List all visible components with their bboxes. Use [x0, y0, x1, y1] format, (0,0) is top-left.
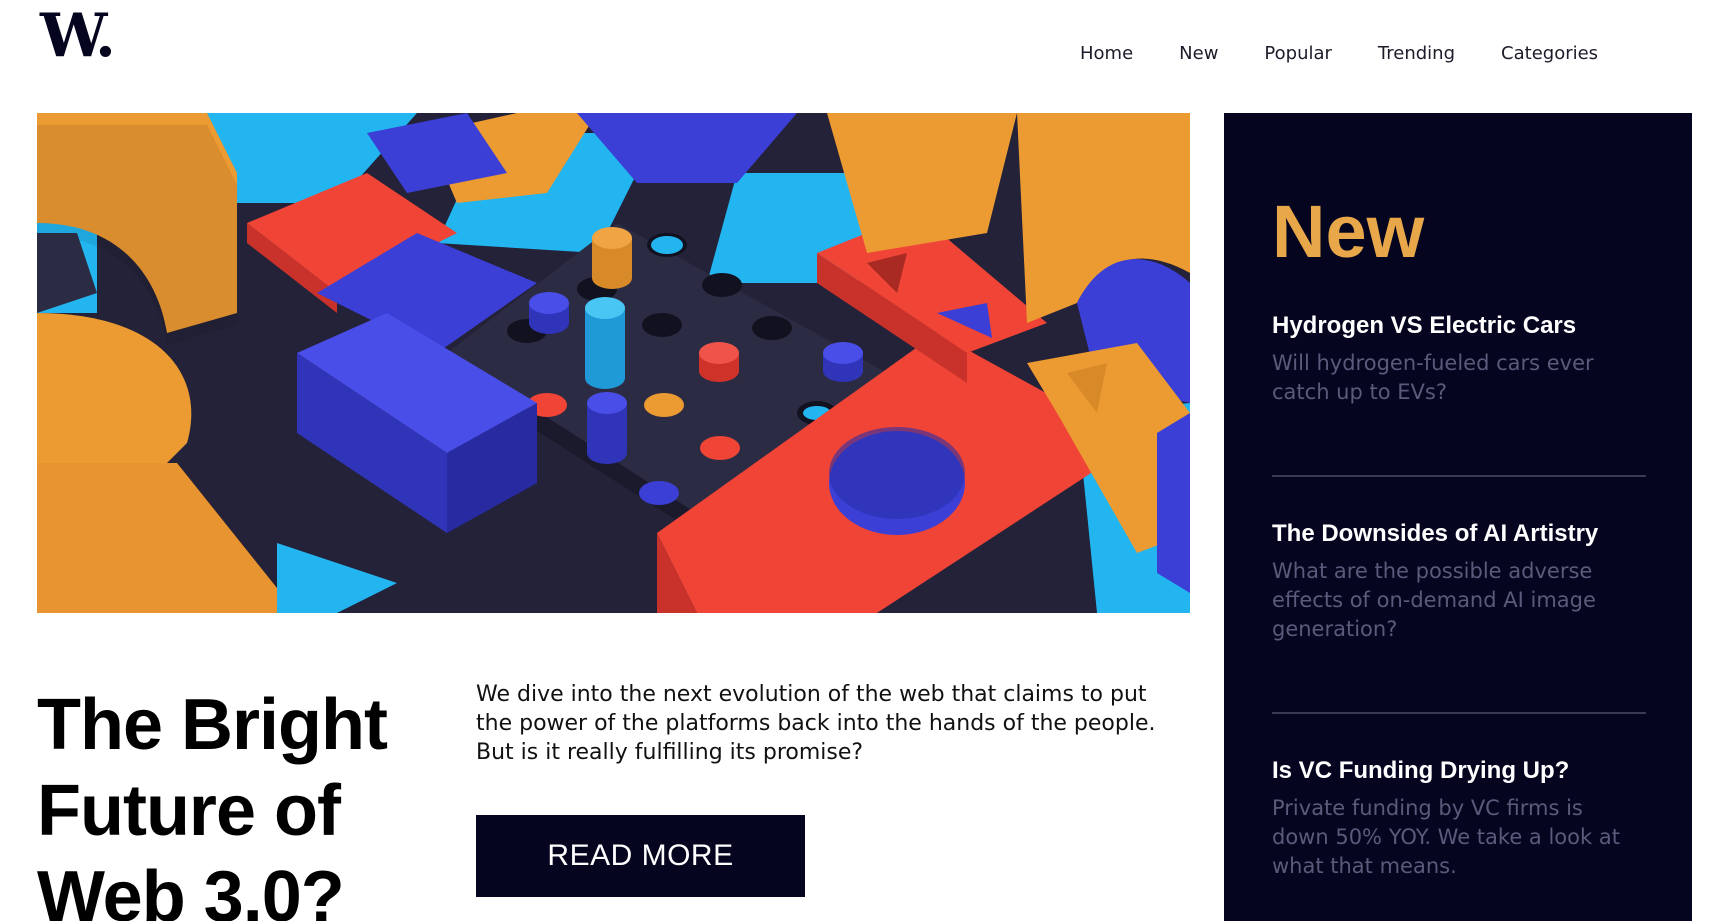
sidebar-article-2[interactable]: The Downsides of AI Artistry What are th… [1272, 519, 1646, 644]
sidebar-heading: New [1272, 190, 1425, 273]
geometric-blocks-illustration [37, 113, 1190, 613]
nav-popular[interactable]: Popular [1264, 43, 1332, 64]
nav-new[interactable]: New [1179, 43, 1218, 64]
new-articles-sidebar: New Hydrogen VS Electric Cars Will hydro… [1224, 113, 1692, 921]
sidebar-article-1[interactable]: Hydrogen VS Electric Cars Will hydrogen-… [1272, 311, 1646, 407]
sidebar-article-title[interactable]: Is VC Funding Drying Up? [1272, 756, 1646, 786]
sidebar-article-description: What are the possible adverse effects of… [1272, 559, 1596, 641]
site-logo[interactable]: W. [40, 6, 116, 66]
nav-home[interactable]: Home [1080, 43, 1133, 64]
sidebar-article-description: Private funding by VC firms is down 50% … [1272, 796, 1620, 878]
page: W. Home New Popular Trending Categories [0, 0, 1715, 921]
sidebar-article-title[interactable]: The Downsides of AI Artistry [1272, 519, 1646, 549]
sidebar-article-title[interactable]: Hydrogen VS Electric Cars [1272, 311, 1646, 341]
sidebar-divider [1272, 475, 1646, 477]
featured-image[interactable] [37, 113, 1190, 613]
nav-trending[interactable]: Trending [1378, 43, 1455, 64]
sidebar-article-3[interactable]: Is VC Funding Drying Up? Private funding… [1272, 756, 1646, 881]
featured-article-title[interactable]: The Bright Future of Web 3.0? [37, 682, 437, 921]
nav-categories[interactable]: Categories [1501, 43, 1598, 64]
main-nav: Home New Popular Trending Categories [1080, 43, 1598, 64]
featured-article-summary: We dive into the next evolution of the w… [476, 682, 1156, 765]
sidebar-article-description: Will hydrogen-fueled cars ever catch up … [1272, 351, 1594, 404]
sidebar-divider [1272, 712, 1646, 714]
read-more-button[interactable]: READ MORE [476, 815, 805, 897]
